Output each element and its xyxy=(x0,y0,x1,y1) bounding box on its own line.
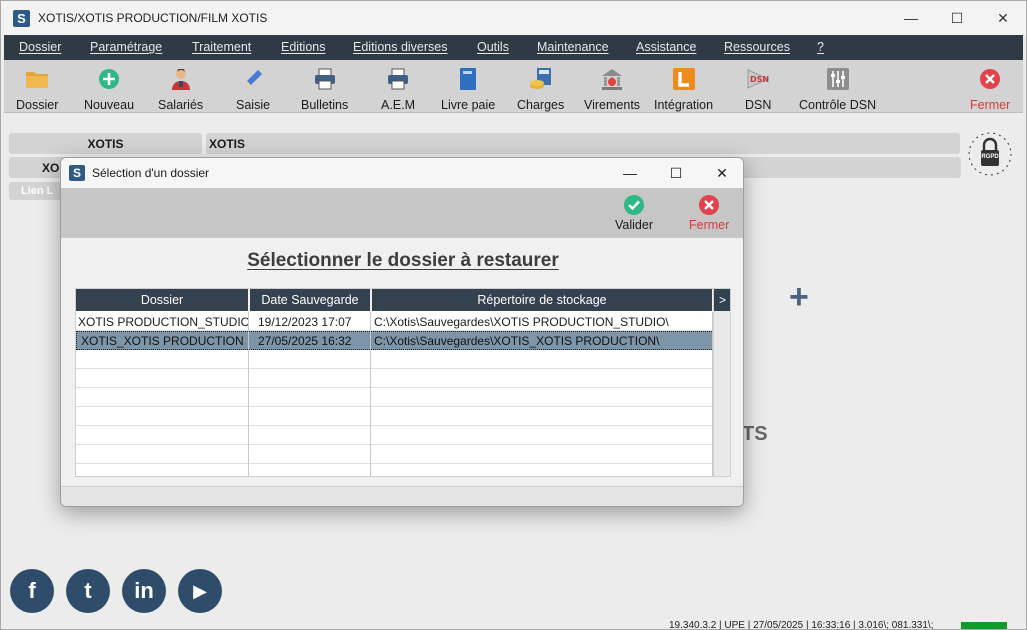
menu-editions[interactable]: Editions xyxy=(281,40,325,54)
column-header-date[interactable]: Date Sauvegarde xyxy=(250,289,372,311)
menu-outils[interactable]: Outils xyxy=(477,40,509,54)
column-header-path[interactable]: Répertoire de stockage xyxy=(372,289,714,311)
table-row-empty[interactable] xyxy=(76,407,714,426)
toolbar-dsn-button[interactable]: DSN DSN xyxy=(745,66,771,112)
table-row-empty[interactable] xyxy=(76,426,714,445)
menu-bar: Dossier Paramétrage Traitement Editions … xyxy=(4,35,1023,60)
menu-assistance[interactable]: Assistance xyxy=(636,40,696,54)
toolbar-salaries-button[interactable]: Salariés xyxy=(158,66,203,112)
toolbar-livre-paie-button[interactable]: Livre paie xyxy=(441,66,495,112)
dialog-minimize-icon[interactable]: — xyxy=(607,158,653,188)
twitter-icon[interactable]: t xyxy=(66,569,110,613)
add-circle-icon xyxy=(96,66,122,92)
background-partial-text: TS xyxy=(742,423,768,445)
table-row-empty[interactable] xyxy=(76,388,714,407)
menu-maintenance[interactable]: Maintenance xyxy=(537,40,609,54)
chevron-right-icon[interactable]: > xyxy=(714,289,730,311)
background-add-icon[interactable]: + xyxy=(789,278,809,317)
sliders-icon xyxy=(825,66,851,92)
menu-help[interactable]: ? xyxy=(817,40,824,54)
table-scrollbar[interactable]: > xyxy=(713,289,730,476)
check-circle-icon xyxy=(623,195,644,215)
svg-text:DSN: DSN xyxy=(750,75,769,84)
maximize-icon[interactable]: ☐ xyxy=(934,1,980,35)
dialog-title: Sélection d'un dossier xyxy=(92,166,210,180)
validate-button[interactable]: Valider xyxy=(615,194,653,232)
dialog-close-icon[interactable]: ✕ xyxy=(699,158,743,188)
toolbar-dossier-button[interactable]: Dossier xyxy=(16,66,58,112)
menu-traitement[interactable]: Traitement xyxy=(192,40,251,54)
dialog-title-bar: S Sélection d'un dossier — ☐ ✕ xyxy=(61,158,743,188)
window-controls: — ☐ ✕ xyxy=(888,1,1026,35)
table-row-empty[interactable] xyxy=(76,350,714,369)
l-square-icon xyxy=(671,66,697,92)
employee-icon xyxy=(168,66,194,92)
close-circle-icon xyxy=(977,66,1003,92)
backup-table: Dossier Date Sauvegarde Répertoire de st… xyxy=(75,288,731,477)
dialog-maximize-icon[interactable]: ☐ xyxy=(653,158,699,188)
main-toolbar: Dossier Nouveau Salariés Saisie Bulletin… xyxy=(4,60,1023,113)
toolbar-fermer-button[interactable]: Fermer xyxy=(970,66,1010,112)
select-folder-dialog: S Sélection d'un dossier — ☐ ✕ Valider F… xyxy=(60,157,744,507)
menu-ressources[interactable]: Ressources xyxy=(724,40,790,54)
folder-icon xyxy=(24,66,50,92)
calculator-coins-icon xyxy=(528,66,554,92)
printer-icon xyxy=(312,66,338,92)
toolbar-aem-button[interactable]: A.E.M xyxy=(381,66,415,112)
toolbar-bulletins-button[interactable]: Bulletins xyxy=(301,66,348,112)
dialog-window-controls: — ☐ ✕ xyxy=(607,158,743,188)
minimize-icon[interactable]: — xyxy=(888,1,934,35)
dialog-footer xyxy=(61,486,743,506)
rgpd-label: RGPD xyxy=(981,154,999,160)
toolbar-controle-dsn-button[interactable]: Contrôle DSN xyxy=(799,66,876,112)
rgpd-badge: RGPD xyxy=(966,130,1014,178)
menu-dossier[interactable]: Dossier xyxy=(19,40,61,54)
menu-editions-diverses[interactable]: Editions diverses xyxy=(353,40,448,54)
app-logo: S xyxy=(13,9,30,27)
background-value-field: XOTIS xyxy=(206,133,960,154)
youtube-icon[interactable]: ▶ xyxy=(178,569,222,613)
dsn-icon: DSN xyxy=(745,66,771,92)
table-row-empty[interactable] xyxy=(76,369,714,388)
dialog-close-button[interactable]: Fermer xyxy=(689,194,729,232)
table-row[interactable]: XOTIS PRODUCTION_STUDIO 19/12/2023 17:07… xyxy=(76,312,714,331)
dialog-app-logo: S xyxy=(69,165,85,181)
table-row-selected[interactable]: XOTIS_XOTIS PRODUCTION 27/05/2025 16:32 … xyxy=(76,331,714,350)
dialog-toolbar: Valider Fermer xyxy=(61,188,743,238)
status-indicator xyxy=(961,622,1007,629)
close-circle-icon xyxy=(699,195,720,215)
close-window-icon[interactable]: ✕ xyxy=(980,1,1026,35)
main-window: S XOTIS/XOTIS PRODUCTION/FILM XOTIS — ☐ … xyxy=(0,0,1027,630)
title-bar: S XOTIS/XOTIS PRODUCTION/FILM XOTIS — ☐ … xyxy=(1,1,1026,35)
status-bar: 19.340.3.2 | UPE | 27/05/2025 | 16:33:16… xyxy=(669,620,934,630)
printer-icon xyxy=(385,66,411,92)
table-row-empty[interactable] xyxy=(76,464,714,476)
column-header-dossier[interactable]: Dossier xyxy=(76,289,250,311)
dialog-heading: Sélectionner le dossier à restaurer xyxy=(247,250,559,271)
book-icon xyxy=(455,66,481,92)
window-title: XOTIS/XOTIS PRODUCTION/FILM XOTIS xyxy=(38,11,268,25)
menu-parametrage[interactable]: Paramétrage xyxy=(90,40,162,54)
toolbar-charges-button[interactable]: Charges xyxy=(517,66,564,112)
pencil-icon xyxy=(240,66,266,92)
toolbar-integration-button[interactable]: Intégration xyxy=(654,66,713,112)
table-header: Dossier Date Sauvegarde Répertoire de st… xyxy=(76,289,714,311)
toolbar-virements-button[interactable]: Virements xyxy=(584,66,640,112)
toolbar-saisie-button[interactable]: Saisie xyxy=(236,66,270,112)
background-label-field: XOTIS xyxy=(9,133,202,154)
facebook-icon[interactable]: f xyxy=(10,569,54,613)
linkedin-icon[interactable]: in xyxy=(122,569,166,613)
bank-icon xyxy=(599,66,625,92)
table-row-empty[interactable] xyxy=(76,445,714,464)
toolbar-nouveau-button[interactable]: Nouveau xyxy=(84,66,134,112)
